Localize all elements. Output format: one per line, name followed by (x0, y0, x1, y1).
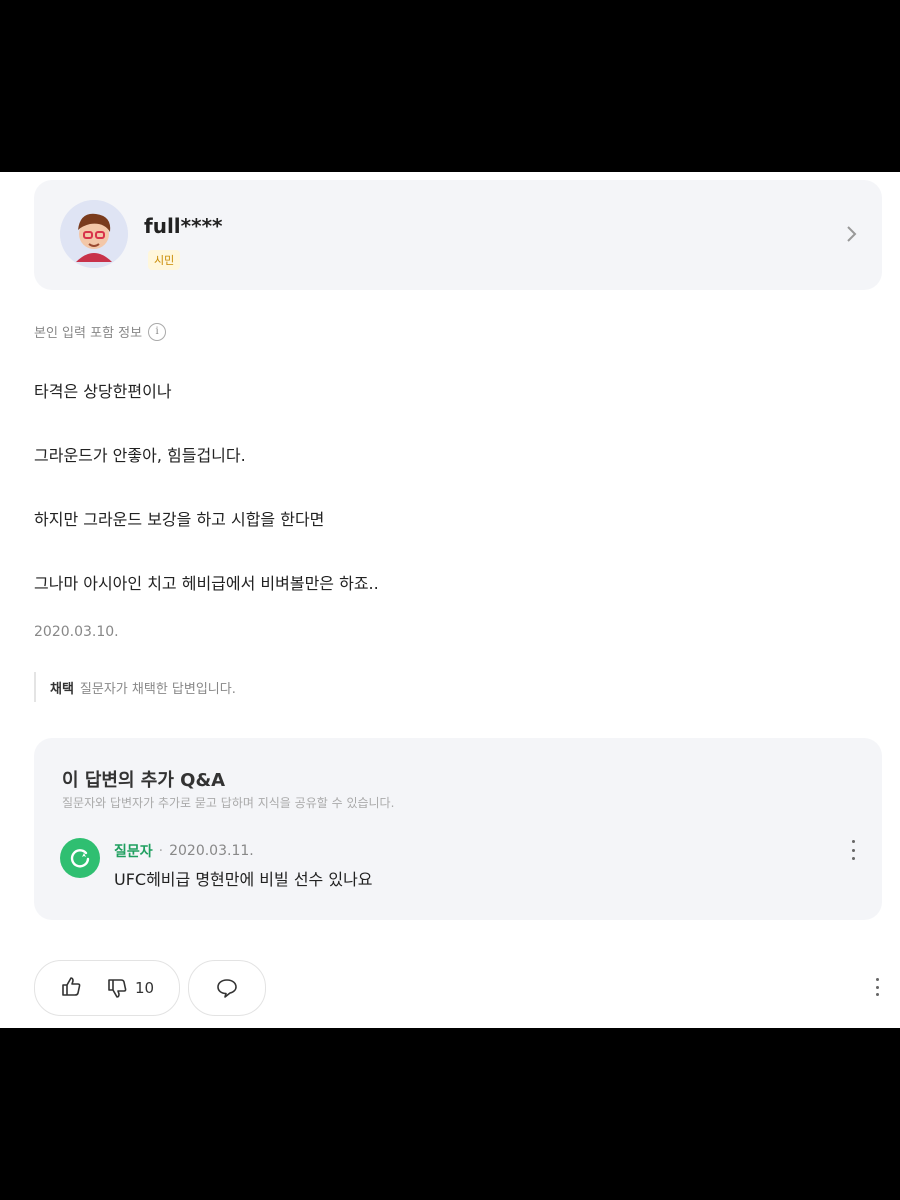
questioner-avatar (60, 838, 100, 878)
answer-date: 2020.03.10. (34, 624, 119, 640)
qa-item-meta: 질문자 · 2020.03.11. (114, 841, 254, 861)
answer-line: 그라운드가 안좋아, 힘들겁니다. (34, 446, 246, 465)
more-options-icon[interactable] (872, 978, 882, 996)
answer-page: full**** 시민 본인 입력 포함 정보 i 타격은 상당한편이나 그라운… (0, 172, 900, 1028)
extra-qa-title: 이 답변의 추가 Q&A (62, 770, 226, 791)
thumbs-up-icon[interactable] (59, 975, 85, 1001)
answer-line: 하지만 그라운드 보강을 하고 시합을 한다면 (34, 510, 325, 529)
answer-line: 그나마 아시아인 치고 헤비급에서 비벼볼만은 하죠.. (34, 574, 379, 593)
qa-item-more-icon[interactable] (848, 840, 858, 860)
dislike-button[interactable]: 10 (105, 975, 155, 1001)
qa-item-date: 2020.03.11. (169, 843, 254, 859)
chevron-right-icon[interactable] (842, 222, 860, 246)
thumbs-down-icon (108, 979, 127, 998)
author-grade-badge: 시민 (148, 250, 181, 270)
dislike-count: 10 (135, 979, 155, 997)
extra-qa-subtitle: 질문자와 답변자가 추가로 묻고 답하며 지식을 공유할 수 있습니다. (62, 796, 395, 810)
meta-separator: · (158, 843, 164, 859)
adopted-notice: 채택 질문자가 채택한 답변입니다. (34, 672, 236, 702)
vote-buttons: 10 (34, 960, 180, 1016)
questioner-icon (70, 849, 90, 868)
questioner-label: 질문자 (114, 844, 153, 860)
comment-icon (217, 979, 237, 998)
adopted-text: 질문자가 채택한 답변입니다. (79, 681, 236, 697)
info-label: 본인 입력 포함 정보 (34, 326, 143, 341)
comment-button[interactable] (188, 960, 266, 1016)
self-input-info: 본인 입력 포함 정보 i (34, 322, 167, 341)
extra-qa-card: 이 답변의 추가 Q&A 질문자와 답변자가 추가로 묻고 답하며 지식을 공유… (34, 738, 882, 920)
author-profile-card[interactable]: full**** 시민 (34, 180, 882, 290)
answer-line: 타격은 상당한편이나 (34, 382, 172, 401)
adopted-tag: 채택 (50, 681, 74, 697)
info-icon[interactable]: i (148, 322, 167, 341)
author-avatar (60, 200, 128, 268)
author-username: full**** (144, 214, 223, 238)
qa-item-text: UFC헤비급 명현만에 비빌 선수 있나요 (114, 870, 373, 889)
